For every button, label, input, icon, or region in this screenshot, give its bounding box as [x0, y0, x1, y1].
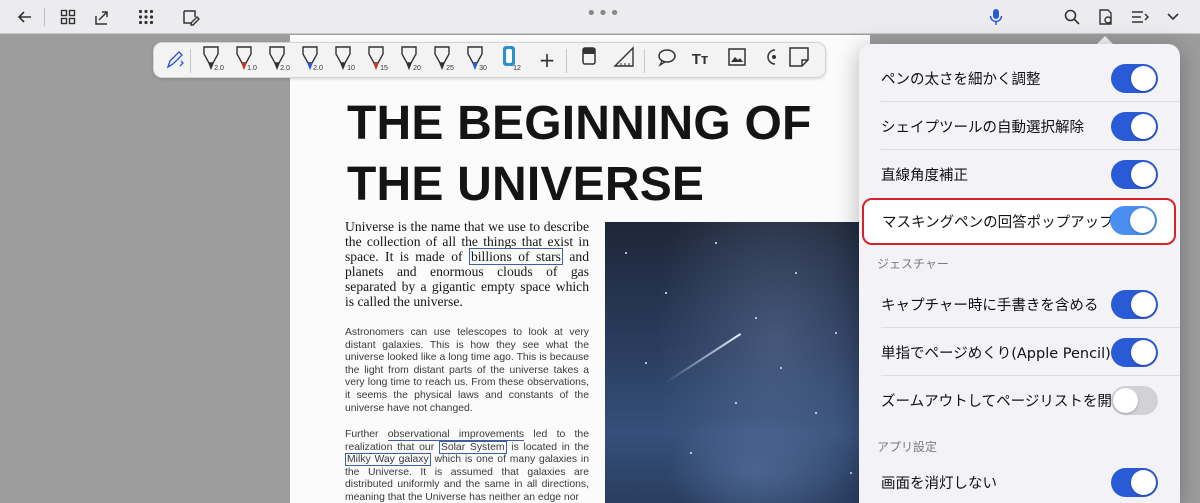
tool-size-label: 25 [446, 65, 454, 72]
toggle-switch[interactable] [1111, 290, 1158, 319]
tool-size-label: 2.0 [313, 65, 323, 72]
section-header-app: アプリ設定 [877, 440, 938, 454]
meteor-streak [664, 333, 742, 384]
highlighted-setting-row: マスキングペンの回答ポップアップ [862, 198, 1176, 245]
masking-tape-icon[interactable]: 12 [494, 45, 524, 77]
ruler-icon[interactable] [609, 46, 639, 78]
top-toolbar: ••• [0, 0, 1200, 34]
setting-label: 画面を消灯しない [881, 476, 997, 492]
setting-row: 画面を消灯しない [859, 458, 1180, 503]
setting-row: キャプチャー時に手書きを含める [859, 280, 1180, 328]
setting-label: キャプチャー時に手書きを含める [881, 298, 1099, 314]
setting-row: シェイプツールの自動選択解除 [859, 102, 1180, 150]
toggle-switch[interactable] [1111, 112, 1158, 141]
search-icon[interactable] [1059, 5, 1085, 29]
apps-icon[interactable] [133, 5, 159, 29]
tool-size-label: 12 [513, 65, 521, 72]
setting-label: ペンの太さを細かく調整 [881, 72, 1041, 88]
tool-size-label: 2.0 [214, 65, 224, 72]
document-page[interactable]: THE BEGINNING OF THE UNIVERSE Universe i… [290, 35, 870, 503]
setting-row: 直線角度補正 [859, 150, 1180, 198]
galaxy-photo [605, 222, 870, 503]
setting-row: 単指でページめくり(Apple Pencil) [859, 328, 1180, 376]
toggle-switch[interactable] [1111, 386, 1158, 415]
tool-size-label: 10 [347, 65, 355, 72]
grid-icon[interactable] [55, 5, 81, 29]
highlighter-tool-icon[interactable]: 20 [394, 45, 424, 77]
paragraph: Astronomers can use telescopes to look a… [345, 327, 589, 414]
text-tool-icon[interactable]: Tт [685, 51, 715, 83]
pen-tool-icon[interactable]: 2.0 [295, 45, 325, 77]
mic-icon[interactable] [983, 5, 1009, 29]
back-arrow-icon[interactable] [12, 5, 38, 29]
toggle-switch[interactable] [1111, 160, 1158, 189]
setting-row: ズームアウトしてページリストを開く [859, 376, 1180, 424]
highlighted-text: billions of stars [468, 248, 563, 265]
sticky-note-icon[interactable] [784, 46, 814, 78]
tool-size-label: 2.0 [280, 65, 290, 72]
setting-label: 単指でページめくり(Apple Pencil) [881, 346, 1111, 362]
tool-size-label: 1.0 [247, 65, 257, 72]
shape-icon[interactable] [757, 47, 787, 79]
pen-tool-icon[interactable]: 2.0 [262, 45, 292, 77]
page-title: THE BEGINNING OF THE UNIVERSE [347, 97, 812, 211]
setting-label: ズームアウトしてページリストを開く [881, 394, 1127, 410]
paragraph: Further observational improvements led t… [345, 429, 590, 503]
comment-icon[interactable] [652, 47, 682, 79]
eraser-icon[interactable] [574, 46, 604, 78]
toggle-switch[interactable] [1111, 468, 1158, 497]
setting-label: マスキングペンの回答ポップアップ [882, 215, 1114, 231]
toolbar-divider [44, 8, 45, 26]
highlighter-tool-icon[interactable]: 15 [361, 45, 391, 77]
chevron-down-icon[interactable] [1160, 5, 1186, 29]
setting-label: 直線角度補正 [881, 168, 968, 184]
image-icon[interactable] [722, 47, 752, 79]
highlighted-text: Solar System [438, 440, 507, 454]
highlighter-tool-icon[interactable]: 30 [460, 45, 490, 77]
toggle-switch[interactable] [1111, 64, 1158, 93]
edit-doc-icon[interactable] [178, 5, 204, 29]
setting-row: ペンの太さを細かく調整 [859, 54, 1180, 102]
toggle-switch[interactable] [1111, 338, 1158, 367]
pen-tool-icon[interactable]: 1.0 [229, 45, 259, 77]
setting-label: シェイプツールの自動選択解除 [881, 120, 1084, 136]
highlighter-tool-icon[interactable]: 25 [427, 45, 457, 77]
pen-toolbar: 2.0 1.0 2.0 2.0 10 15 20 25 30 12 + Tт [153, 42, 826, 78]
list-icon[interactable] [1127, 5, 1153, 29]
more-dots-icon[interactable]: ••• [586, 3, 621, 24]
tool-size-label: 30 [479, 65, 487, 72]
settings-popover: ペンの太さを細かく調整シェイプツールの自動選択解除 直線角度補正 ジェスチャー キ… [859, 44, 1180, 503]
section-header-gesture: ジェスチャー [877, 257, 949, 271]
highlighted-text: Milky Way galaxy [345, 453, 431, 467]
settings-doc-icon[interactable] [1093, 5, 1119, 29]
tool-size-label: 20 [413, 65, 421, 72]
pen-tool-icon[interactable]: 2.0 [196, 45, 226, 77]
underlined-text: observational improvements [387, 429, 525, 441]
highlighter-tool-icon[interactable]: 10 [328, 45, 358, 77]
add-tool-icon[interactable]: + [532, 47, 562, 79]
lasso-pen-icon[interactable] [160, 47, 190, 79]
tool-size-label: 15 [380, 65, 388, 72]
toggle-switch[interactable] [1110, 206, 1157, 235]
intro-paragraph: Universe is the name that we use to desc… [345, 219, 590, 309]
share-icon[interactable] [89, 5, 115, 29]
